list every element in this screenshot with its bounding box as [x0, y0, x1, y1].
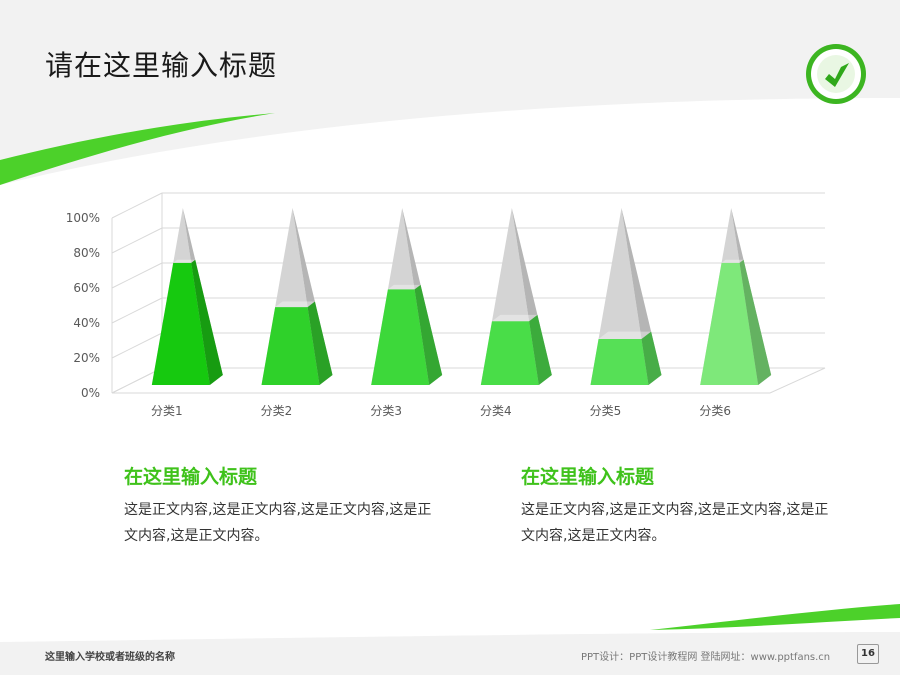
y-tick-label: 20% — [73, 351, 100, 365]
footer-green-swoosh — [650, 604, 900, 630]
y-tick-label: 80% — [73, 246, 100, 260]
pyramid-value-front — [590, 338, 649, 385]
page-number: 16 — [857, 644, 879, 664]
gridline-side — [111, 227, 163, 254]
gridline-side — [111, 332, 163, 359]
gridline-side — [111, 192, 163, 219]
x-category-label: 分类6 — [699, 404, 731, 418]
gridline-side — [111, 262, 163, 289]
chart-y-ticks: 0% 20% 40% 60% 80% 100% — [66, 211, 100, 400]
x-category-label: 分类1 — [151, 404, 183, 418]
y-tick-label: 40% — [73, 316, 100, 330]
section-2-title: 在这里输入标题 — [521, 466, 655, 488]
x-category-label: 分类4 — [480, 404, 512, 418]
pyramid-chart: 0% 20% 40% 60% 80% 100% 分类1 分类2 分类3 分类4 分类5 分类6 — [66, 192, 826, 418]
footer-school-name: 这里输入学校或者班级的名称 — [45, 652, 175, 663]
y-tick-label: 100% — [66, 211, 100, 225]
gridline-side — [111, 297, 163, 324]
section-1-title: 在这里输入标题 — [124, 466, 258, 488]
x-category-label: 分类2 — [261, 404, 293, 418]
chart-marks — [151, 208, 772, 385]
pyramid-value-front — [480, 321, 539, 385]
chart-x-labels: 分类1 分类2 分类3 分类4 分类5 分类6 — [151, 404, 731, 418]
section-2-body: 这是正文内容,这是正文内容,这是正文内容,这是正文内容,这是正文内容。 — [521, 502, 829, 544]
y-tick-label: 60% — [73, 281, 100, 295]
y-tick-label: 0% — [81, 386, 100, 400]
footer-credit: PPT设计：PPT设计教程网 登陆网址：www.pptfans.cn — [581, 652, 831, 663]
x-category-label: 分类5 — [590, 404, 622, 418]
x-category-label: 分类3 — [370, 404, 402, 418]
section-1-body: 这是正文内容,这是正文内容,这是正文内容,这是正文内容,这是正文内容。 — [124, 502, 432, 544]
